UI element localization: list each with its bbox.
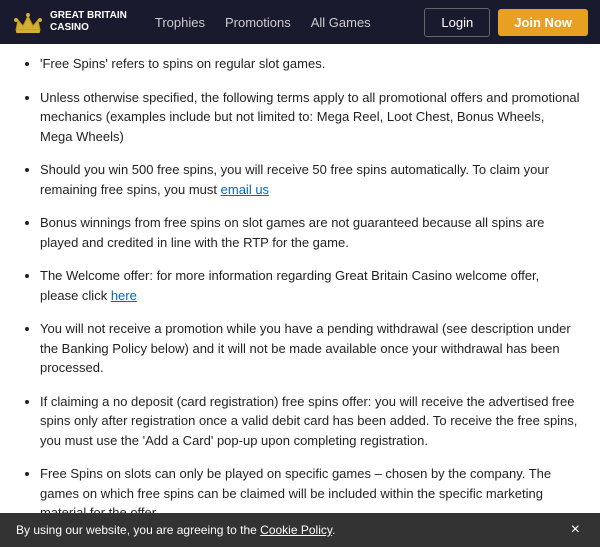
header-left: GREAT BRITAIN CASINO Trophies Promotions…: [12, 6, 379, 38]
logo-icon: [12, 6, 44, 38]
join-button[interactable]: Join Now: [498, 9, 588, 36]
cookie-banner: By using our website, you are agreeing t…: [0, 513, 600, 547]
item-text: You will not receive a promotion while y…: [40, 321, 571, 375]
logo-text: GREAT BRITAIN CASINO: [50, 10, 127, 34]
list-item: 'Free Spins' refers to spins on regular …: [40, 54, 580, 74]
item-text: Unless otherwise specified, the followin…: [40, 90, 580, 144]
cookie-text-before: By using our website, you are agreeing t…: [16, 523, 260, 537]
item-text: Free Spins on slots can only be played o…: [40, 466, 551, 520]
here-link[interactable]: here: [111, 288, 137, 303]
main-content: 'Free Spins' refers to spins on regular …: [0, 44, 600, 547]
logo: GREAT BRITAIN CASINO: [12, 6, 127, 38]
list-item: Bonus winnings from free spins on slot g…: [40, 213, 580, 252]
header-right: Login Join Now: [424, 8, 588, 37]
item-text-before: Should you win 500 free spins, you will …: [40, 162, 549, 197]
list-item: If claiming a no deposit (card registrat…: [40, 392, 580, 451]
item-text: Bonus winnings from free spins on slot g…: [40, 215, 544, 250]
cookie-text-after: .: [332, 523, 335, 537]
header: GREAT BRITAIN CASINO Trophies Promotions…: [0, 0, 600, 44]
nav-trophies[interactable]: Trophies: [147, 11, 213, 34]
terms-list: 'Free Spins' refers to spins on regular …: [20, 54, 580, 547]
list-item: Should you win 500 free spins, you will …: [40, 160, 580, 199]
item-text: If claiming a no deposit (card registrat…: [40, 394, 577, 448]
nav-all-games[interactable]: All Games: [303, 11, 379, 34]
cookie-text: By using our website, you are agreeing t…: [16, 523, 555, 537]
email-us-link[interactable]: email us: [221, 182, 269, 197]
nav-links: Trophies Promotions All Games: [147, 11, 379, 34]
login-button[interactable]: Login: [424, 8, 490, 37]
item-text: 'Free Spins' refers to spins on regular …: [40, 56, 325, 71]
list-item: You will not receive a promotion while y…: [40, 319, 580, 378]
cookie-policy-link[interactable]: Cookie Policy: [260, 523, 332, 537]
list-item: The Welcome offer: for more information …: [40, 266, 580, 305]
nav-promotions[interactable]: Promotions: [217, 11, 299, 34]
cookie-close-button[interactable]: ×: [567, 521, 584, 539]
list-item: Unless otherwise specified, the followin…: [40, 88, 580, 147]
